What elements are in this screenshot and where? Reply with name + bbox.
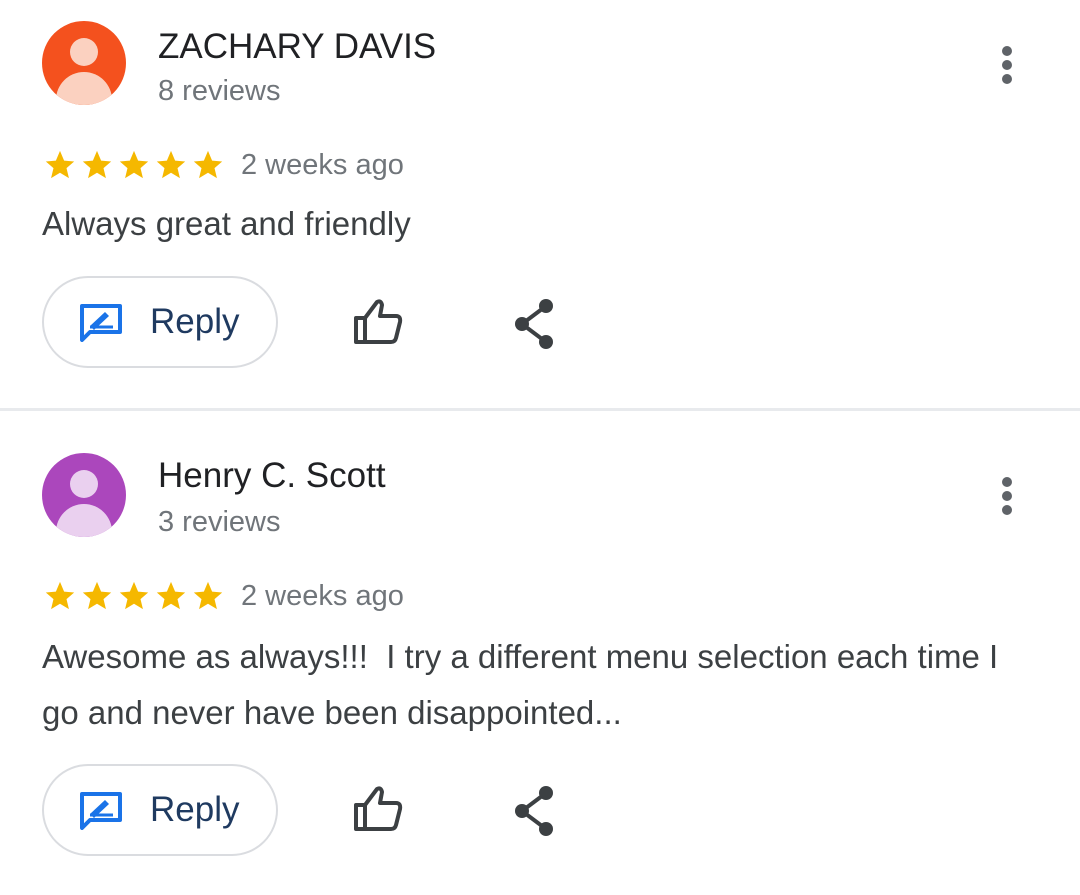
star-icon: [82, 150, 112, 179]
share-icon[interactable]: [510, 783, 560, 839]
star-icon: [156, 150, 186, 179]
share-icon[interactable]: [510, 296, 560, 352]
review-card: ZACHARY DAVIS 8 reviews 2 weeks ago Alwa…: [0, 0, 1080, 408]
divider: [0, 408, 1080, 411]
star-icon: [45, 150, 75, 179]
star-icon: [119, 150, 149, 179]
star-icon: [82, 581, 112, 610]
review-text[interactable]: Always great and friendly: [42, 196, 1032, 252]
reply-label: Reply: [150, 790, 240, 829]
author-name[interactable]: Henry C. Scott: [158, 456, 386, 496]
avatar[interactable]: [42, 453, 126, 537]
person-icon: [70, 470, 98, 498]
author-review-count: 3 reviews: [158, 506, 281, 538]
star-icon: [119, 581, 149, 610]
avatar[interactable]: [42, 21, 126, 105]
star-icon: [45, 581, 75, 610]
author-name[interactable]: ZACHARY DAVIS: [158, 27, 436, 67]
star-icon: [193, 150, 223, 179]
author-review-count: 8 reviews: [158, 75, 281, 107]
more-vert-dot: [1002, 505, 1012, 515]
more-vert-dot: [1002, 74, 1012, 84]
review-card: Henry C. Scott 3 reviews 2 weeks ago Awe…: [0, 431, 1080, 895]
more-options-button[interactable]: [990, 40, 1024, 90]
thumb-up-icon[interactable]: [350, 296, 406, 352]
review-time: 2 weeks ago: [241, 148, 404, 181]
thumb-up-icon[interactable]: [350, 783, 406, 839]
more-vert-dot: [1002, 491, 1012, 501]
person-icon: [70, 38, 98, 66]
star-icon: [156, 581, 186, 610]
review-time: 2 weeks ago: [241, 579, 404, 612]
person-body: [56, 72, 112, 105]
reply-icon: [80, 304, 122, 342]
star-icon: [193, 581, 223, 610]
reply-label: Reply: [150, 302, 240, 341]
review-text[interactable]: Awesome as always!!! I try a different m…: [42, 629, 1032, 741]
more-options-button[interactable]: [990, 471, 1024, 521]
reply-icon: [80, 792, 122, 830]
rating-row: 2 weeks ago: [42, 576, 404, 616]
star-rating: [42, 579, 227, 613]
reply-button[interactable]: Reply: [42, 276, 278, 368]
more-vert-dot: [1002, 60, 1012, 70]
more-vert-icon: [1002, 477, 1012, 487]
star-rating: [42, 148, 227, 182]
more-vert-icon: [1002, 46, 1012, 56]
reply-button[interactable]: Reply: [42, 764, 278, 856]
rating-row: 2 weeks ago: [42, 145, 404, 185]
person-body: [56, 504, 112, 537]
